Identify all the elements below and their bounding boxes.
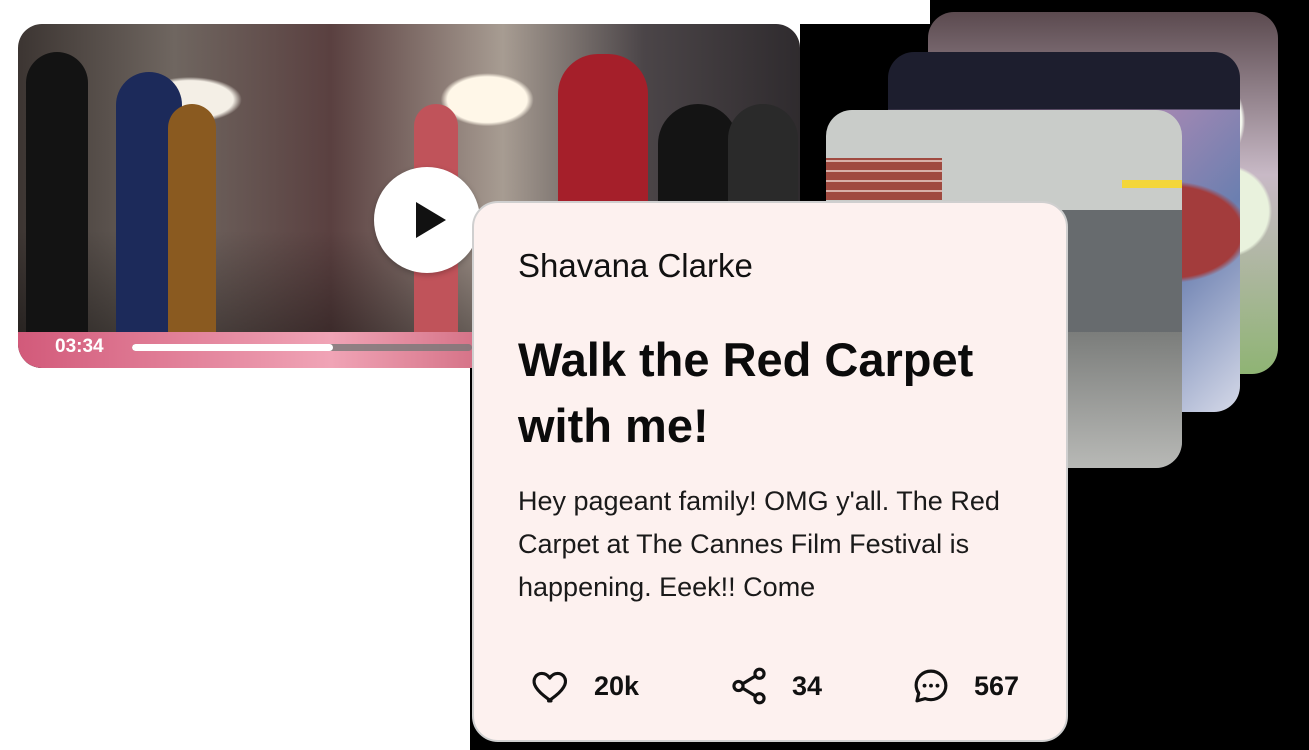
comment-count: 567 <box>974 670 1020 701</box>
post-body: Hey pageant family! OMG y'all. The Red C… <box>518 486 1000 602</box>
yellow-table-graphic <box>1122 180 1182 188</box>
heart-icon <box>530 665 572 707</box>
video-progress-bar[interactable] <box>132 344 472 351</box>
app-canvas: 03:34 Shavana Clarke Walk the Red Carpet… <box>0 0 1309 750</box>
post-actions: 20k 34 567 <box>474 661 1066 711</box>
chat-bubble-icon <box>910 665 952 707</box>
play-button[interactable] <box>374 167 480 273</box>
brick-wall-graphic <box>826 158 942 200</box>
play-icon <box>416 202 446 238</box>
background-strip <box>0 0 930 24</box>
post-title[interactable]: Walk the Red Carpet with me! <box>518 327 1038 459</box>
thumbnail-figure <box>26 52 88 368</box>
like-button[interactable]: 20k <box>530 661 639 711</box>
like-count: 20k <box>594 670 640 701</box>
share-button[interactable]: 34 <box>728 661 822 711</box>
share-count: 34 <box>792 670 823 701</box>
thumbnail-figure <box>168 104 216 364</box>
share-icon <box>728 665 770 707</box>
post-card[interactable]: Shavana Clarke Walk the Red Carpet with … <box>472 201 1068 742</box>
comment-button[interactable]: 567 <box>910 661 1019 711</box>
post-author[interactable]: Shavana Clarke <box>518 247 753 285</box>
video-timestamp: 03:34 <box>55 336 104 357</box>
video-progress-fill <box>132 344 333 351</box>
